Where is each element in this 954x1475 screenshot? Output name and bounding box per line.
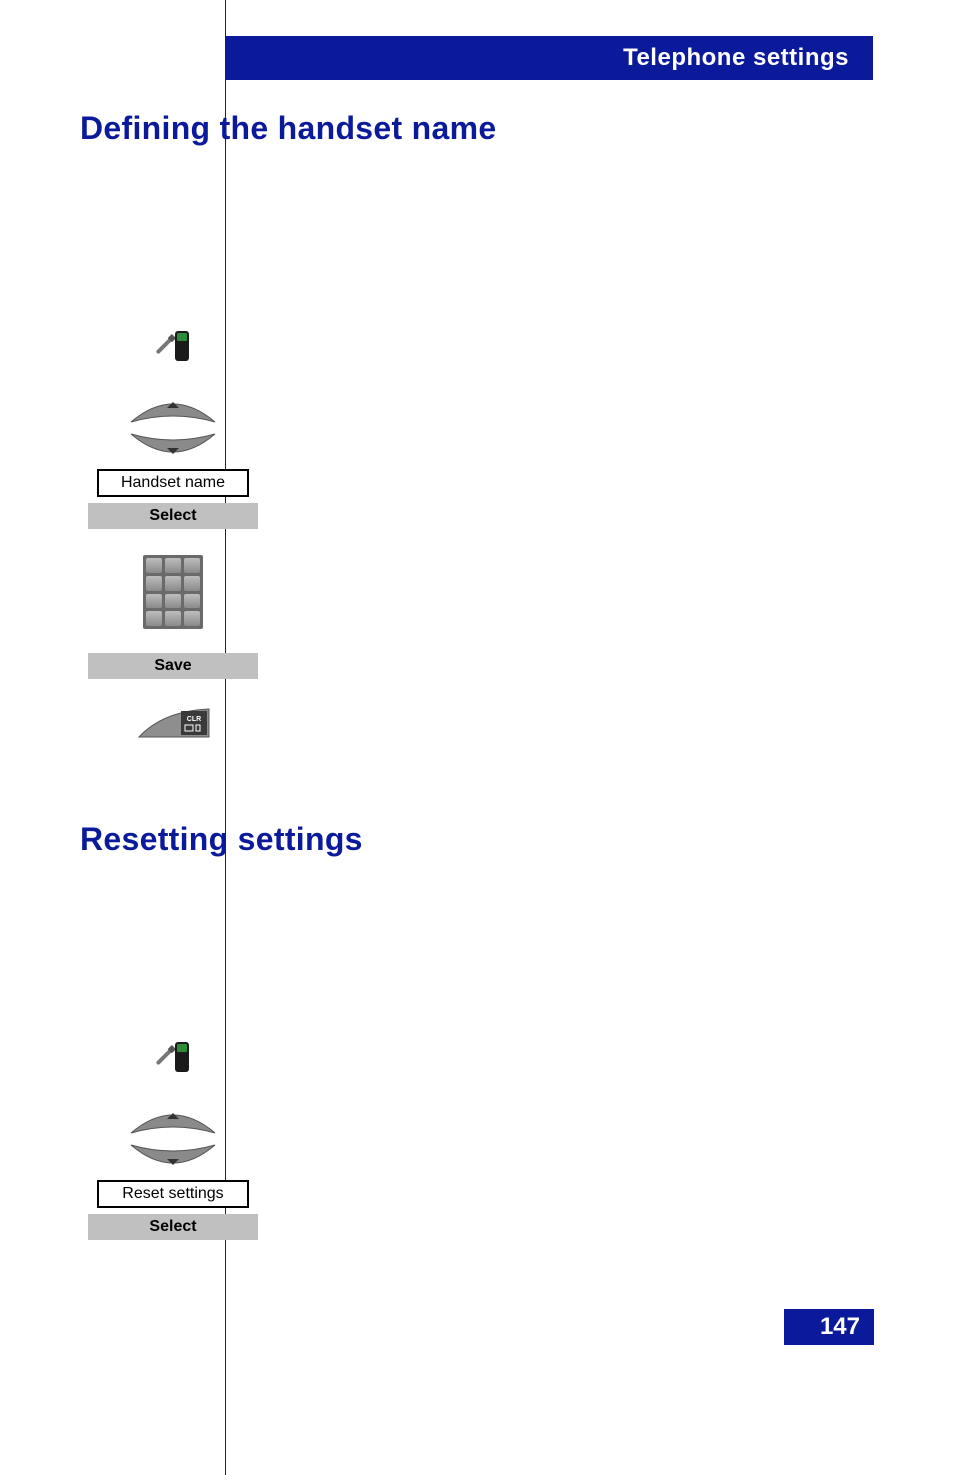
select-button-label: Select (149, 1218, 196, 1236)
nav-rocker-icon (127, 393, 219, 463)
nav-rocker-icon (127, 1104, 219, 1174)
steps-defining: Handset name Select Save (88, 327, 873, 741)
page-content: Defining the handset name (80, 110, 873, 1320)
section-title-defining: Defining the handset name (80, 110, 873, 147)
steps-resetting: Reset settings Select (88, 1038, 873, 1240)
display-label: Reset settings (122, 1185, 223, 1203)
display-label: Handset name (121, 474, 225, 492)
save-button-label: Save (154, 657, 191, 675)
keypad-icon (143, 555, 203, 629)
header-bar: Telephone settings (225, 36, 873, 80)
page-number-value: 147 (820, 1313, 860, 1341)
spacer (80, 187, 873, 327)
section-title-resetting: Resetting settings (80, 821, 873, 858)
handset-settings-icon (155, 327, 191, 367)
select-button-label: Select (149, 507, 196, 525)
step-enter-name: Save (88, 555, 873, 679)
step-nav-reset: Reset settings Select (88, 1104, 873, 1240)
display-reset-settings: Reset settings (97, 1180, 249, 1208)
select-button[interactable]: Select (88, 1214, 258, 1240)
spacer (80, 898, 873, 1038)
step-open-settings-2 (88, 1038, 873, 1078)
select-button[interactable]: Select (88, 503, 258, 529)
step-clr: CLR (88, 705, 873, 741)
clr-key-icon: CLR (133, 705, 213, 741)
page-number: 147 (784, 1309, 874, 1345)
header-title: Telephone settings (623, 44, 849, 72)
clr-key-label: CLR (187, 716, 201, 723)
step-open-settings (88, 327, 873, 367)
handset-settings-icon (155, 1038, 191, 1078)
save-button[interactable]: Save (88, 653, 258, 679)
display-handset-name: Handset name (97, 469, 249, 497)
step-nav-handset-name: Handset name Select (88, 393, 873, 529)
